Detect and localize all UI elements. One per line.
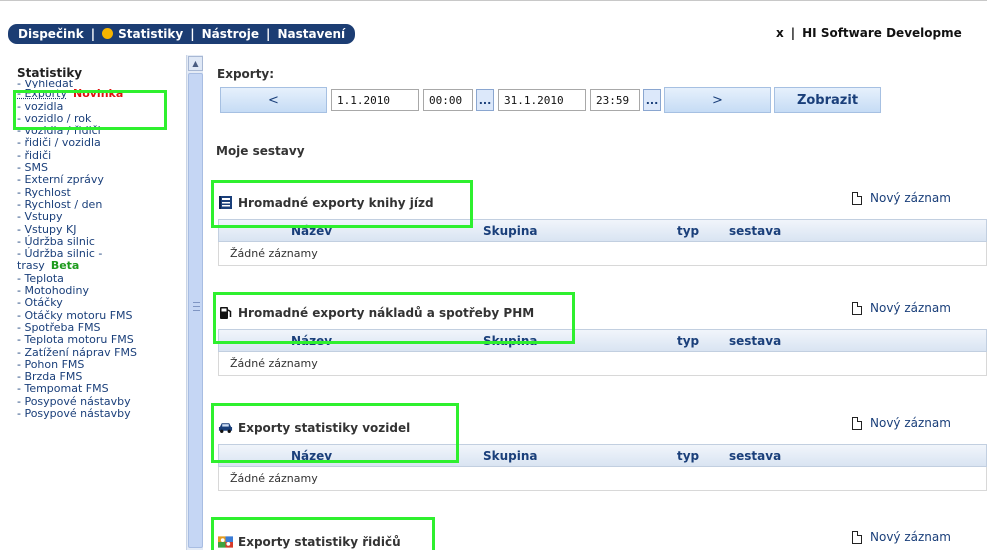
section-title-label: Exporty statistiky řidičů (238, 534, 401, 549)
sidebar-item-vstupy[interactable]: - Vstupy (17, 210, 182, 223)
section-title: Exporty statistiky vozidel (218, 420, 410, 435)
date-to-input[interactable]: 31.1.2010 (498, 89, 586, 111)
column-header-typ[interactable]: typ (677, 334, 699, 348)
toolbar-separator: | (790, 26, 796, 40)
new-record-label: Nový záznam (870, 530, 951, 544)
time-from-input[interactable]: 00:00 (423, 89, 473, 111)
next-period-button[interactable]: > (664, 87, 771, 113)
section-title-label: Hromadné exporty knihy jízd (238, 195, 434, 210)
column-header-sestava[interactable]: sestava (729, 224, 781, 238)
nav-dispecink[interactable]: Dispečink (18, 27, 84, 41)
toolbar-right: x | HI Software Developme (776, 26, 962, 40)
sidebar-item-zatizeni-fms[interactable]: - Zatížení náprav FMS (17, 346, 182, 359)
document-icon (852, 191, 862, 205)
nav-nastroje[interactable]: Nástroje (202, 27, 259, 41)
document-icon (852, 301, 862, 315)
column-header-sestava[interactable]: sestava (729, 449, 781, 463)
sidebar-item-ridici-vozidla[interactable]: - řidiči / vozidla (17, 137, 182, 150)
new-record-label: Nový záznam (870, 301, 951, 315)
nav-statistiky[interactable]: Statistiky (102, 27, 183, 41)
column-header-skupina[interactable]: Skupina (483, 224, 538, 238)
company-name: HI Software Developme (802, 26, 962, 40)
active-dot-icon (102, 28, 114, 39)
section-title: Hromadné exporty knihy jízd (218, 195, 434, 210)
sidebar-title: Statistiky (17, 66, 83, 80)
column-header-nazev[interactable]: Název (291, 224, 332, 238)
sidebar-item-label: - Exporty (17, 87, 67, 101)
fuel-pump-icon (218, 305, 233, 320)
sidebar: Statistiky - Vyhledat - Exporty Novinka -… (0, 42, 185, 550)
date-to-picker-button[interactable]: ... (643, 89, 661, 111)
sidebar-scrollbar[interactable]: ▲ (186, 55, 203, 550)
column-header-nazev[interactable]: Název (291, 334, 332, 348)
sidebar-item-trasy[interactable]: trasy Beta (17, 260, 182, 272)
nav-nastaveni[interactable]: Nastavení (277, 27, 345, 41)
column-header-nazev[interactable]: Název (291, 449, 332, 463)
scroll-up-icon[interactable]: ▲ (188, 56, 203, 71)
exports-label: Exporty: (217, 67, 275, 81)
new-record-label: Nový záznam (870, 191, 951, 205)
section-title: Hromadné exporty nákladů a spotřeby PHM (218, 305, 534, 320)
new-record-link[interactable]: Nový záznam (852, 301, 951, 315)
main-content: Exporty: < 1.1.2010 00:00 ... 31.1.2010 … (203, 42, 987, 550)
document-icon (852, 416, 862, 430)
new-badge: Novinka (72, 87, 124, 101)
scroll-thumb[interactable] (188, 73, 203, 548)
sidebar-item-posypove-2[interactable]: - Posypové nástavby (17, 407, 182, 420)
top-bar: Dispečink | Statistiky | Nástroje | Nast… (0, 0, 987, 44)
table-row: Žádné záznamy (218, 352, 987, 376)
sidebar-menu: Statistiky - Vyhledat - Exporty Novinka -… (17, 67, 182, 420)
table-header: Název Skupina typ sestava (218, 444, 987, 467)
document-icon (852, 530, 862, 544)
prev-period-button[interactable]: < (220, 87, 327, 113)
date-from-picker-button[interactable]: ... (476, 89, 494, 111)
sidebar-item-label: trasy (17, 259, 45, 273)
main-nav: Dispečink | Statistiky | Nástroje | Nast… (8, 24, 356, 44)
car-icon (218, 420, 233, 435)
table-header: Název Skupina typ sestava (218, 219, 987, 242)
section-title-label: Exporty statistiky vozidel (238, 420, 411, 435)
nav-separator: | (266, 27, 271, 41)
sidebar-item-otacky[interactable]: - Otáčky (17, 297, 182, 310)
section-title-label: Hromadné exporty nákladů a spotřeby PHM (238, 305, 535, 320)
table-row: Žádné záznamy (218, 242, 987, 266)
new-record-link[interactable]: Nový záznam (852, 416, 951, 430)
column-header-typ[interactable]: typ (677, 449, 699, 463)
section-title: Exporty statistiky řidičů (218, 534, 401, 549)
show-button[interactable]: Zobrazit (774, 87, 881, 113)
nav-statistiky-label: Statistiky (118, 27, 184, 41)
time-to-input[interactable]: 23:59 (590, 89, 640, 111)
new-record-label: Nový záznam (870, 416, 951, 430)
close-button[interactable]: x (776, 26, 784, 40)
grip-icon (193, 302, 200, 311)
sidebar-item-vstupy-kj[interactable]: - Vstupy KJ (17, 223, 182, 236)
column-header-skupina[interactable]: Skupina (483, 449, 538, 463)
nav-separator: | (90, 27, 96, 41)
sidebar-item-externi-zpravy[interactable]: - Externí zprávy (17, 174, 182, 187)
table-header: Název Skupina typ sestava (218, 329, 987, 352)
my-reports-title: Moje sestavy (216, 144, 305, 158)
column-header-sestava[interactable]: sestava (729, 334, 781, 348)
table-row: Žádné záznamy (218, 467, 987, 491)
column-header-typ[interactable]: typ (677, 224, 699, 238)
book-icon (218, 195, 233, 210)
sidebar-item-teplota-fms[interactable]: - Teplota motoru FMS (17, 333, 182, 346)
date-filter: < 1.1.2010 00:00 ... 31.1.2010 23:59 ...… (220, 86, 881, 114)
sidebar-item-exporty[interactable]: - Exporty Novinka (17, 88, 182, 100)
drivers-icon (218, 534, 233, 549)
new-record-link[interactable]: Nový záznam (852, 191, 951, 205)
new-record-link[interactable]: Nový záznam (852, 530, 951, 544)
date-from-input[interactable]: 1.1.2010 (331, 89, 419, 111)
sidebar-item-tempomat-fms[interactable]: - Tempomat FMS (17, 383, 182, 396)
nav-separator: | (190, 27, 195, 41)
column-header-skupina[interactable]: Skupina (483, 334, 538, 348)
beta-badge: Beta (50, 259, 80, 273)
